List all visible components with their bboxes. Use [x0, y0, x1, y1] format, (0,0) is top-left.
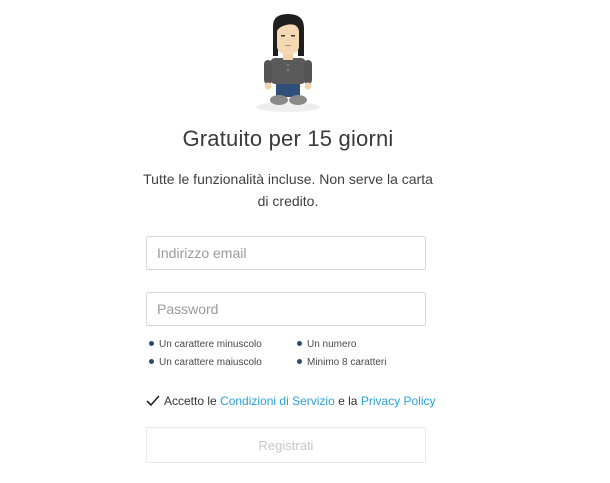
page-subtitle: Tutte le funzionalità incluse. Non serve…: [143, 171, 433, 209]
password-rule: Un carattere maiuscolo: [149, 356, 262, 370]
password-rule: Un carattere minuscolo: [149, 338, 262, 352]
bullet-icon: [149, 340, 154, 346]
page-title: Gratuito per 15 giorni: [182, 126, 394, 151]
terms-middle: e la: [338, 394, 358, 408]
privacy-policy-link[interactable]: Privacy Policy: [361, 394, 436, 408]
email-field[interactable]: [146, 236, 426, 270]
bullet-icon: [297, 340, 302, 346]
person-avatar-icon: [246, 10, 330, 116]
rule-label: Un carattere maiuscolo: [159, 357, 262, 368]
rule-label: Minimo 8 caratteri: [307, 357, 387, 368]
signup-page: Gratuito per 15 giorni Tutte le funziona…: [0, 0, 610, 483]
bullet-icon: [149, 358, 154, 364]
bullet-icon: [297, 358, 302, 364]
terms-prefix: Accetto le: [164, 394, 217, 408]
register-button[interactable]: Registrati: [146, 427, 426, 463]
password-rule: Minimo 8 caratteri: [297, 356, 386, 370]
checkmark-icon[interactable]: [146, 394, 160, 408]
terms-agreement: Accetto le Condizioni di Servizio e la P…: [146, 392, 436, 410]
password-rule: Un numero: [297, 338, 356, 352]
password-field[interactable]: [146, 292, 426, 326]
rule-label: Un carattere minuscolo: [159, 339, 262, 350]
rule-label: Un numero: [307, 339, 357, 350]
terms-of-service-link[interactable]: Condizioni di Servizio: [220, 394, 335, 408]
